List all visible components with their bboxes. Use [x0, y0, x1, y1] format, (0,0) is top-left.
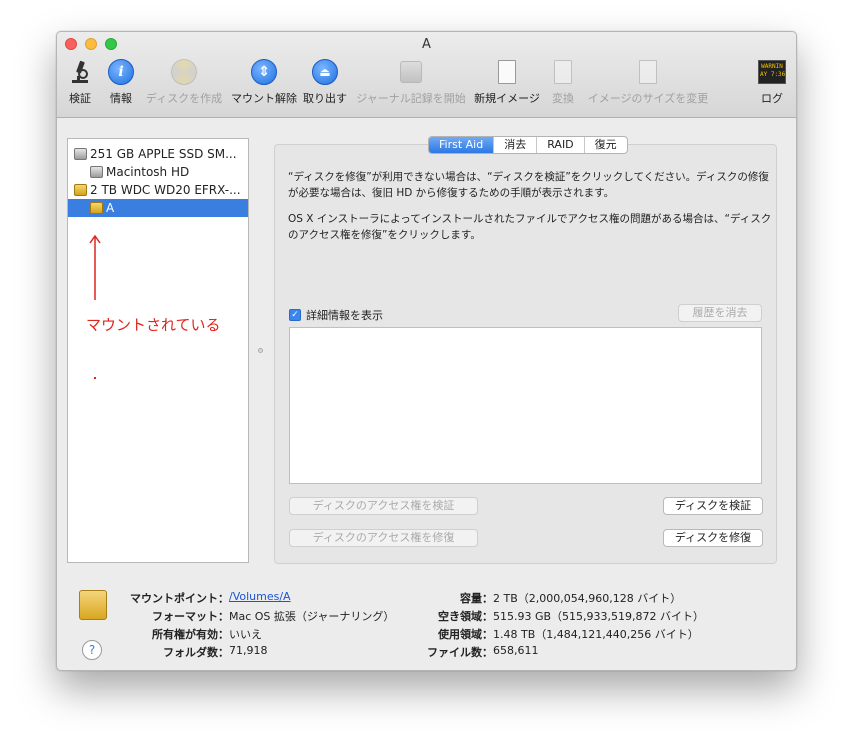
disk-item-macintosh-hd[interactable]: Macintosh HD [68, 163, 248, 181]
tab-restore[interactable]: 復元 [583, 137, 627, 153]
annotation-arrow [89, 234, 101, 300]
checkmark-icon: ✓ [289, 309, 301, 321]
toolbar-label: マウント解除 [231, 92, 297, 105]
external-volume-icon [90, 202, 103, 214]
info-key: フォルダ数： [163, 646, 229, 659]
info-format: フォーマット： Mac OS 拡張（ジャーナリング） [97, 608, 394, 624]
show-details-label: 詳細情報を表示 [306, 309, 383, 322]
disk-label: 251 GB APPLE SSD SM... [90, 147, 237, 161]
enable-journaling-icon [397, 58, 425, 86]
toolbar-label: ディスクを作成 [145, 92, 223, 105]
microscope-icon [66, 58, 94, 86]
disk-utility-window: A 検証 i 情報 ディスクを作成 ⇕ マウント解除 ⏏ 取り出す ジャーナル記… [56, 31, 797, 671]
info-key: 空き領域： [438, 610, 493, 623]
info-ownership: 所有権が有効： いいえ [97, 626, 262, 642]
unmount-icon: ⇕ [250, 58, 278, 86]
clear-history-button[interactable]: 履歴を消去 [678, 304, 762, 322]
disk-item-a[interactable]: A [68, 199, 248, 217]
toolbar-label: 新規イメージ [474, 92, 540, 105]
show-details-checkbox[interactable]: ✓ 詳細情報を表示 [289, 307, 383, 323]
tab-erase[interactable]: 消去 [493, 137, 536, 153]
disk-item-ssd[interactable]: 251 GB APPLE SSD SM... [68, 145, 248, 163]
first-aid-log[interactable] [289, 327, 762, 484]
info-icon: i [107, 58, 135, 86]
tab-first-aid[interactable]: First Aid [429, 137, 494, 153]
info-value: 2 TB（2,000,054,960,128 バイト） [493, 592, 682, 605]
toolbar-label: 検証 [69, 92, 91, 105]
info-folder-count: フォルダ数： 71,918 [97, 644, 268, 660]
window-title: A [422, 37, 431, 52]
toolbar-new-image-button[interactable]: 新規イメージ [473, 58, 541, 106]
info-available: 空き領域： 515.93 GB（515,933,519,872 バイト） [407, 608, 704, 624]
first-aid-description-2: OS X インストーラによってインストールされたファイルでアクセス権の問題がある… [288, 213, 772, 241]
log-icon: WARNIN AY 7:36 [758, 58, 786, 86]
verify-permissions-button[interactable]: ディスクのアクセス権を検証 [289, 497, 478, 515]
burn-disc-icon [170, 58, 198, 86]
info-key: フォーマット： [152, 610, 229, 623]
toolbar-journaling-button[interactable]: ジャーナル記録を開始 [355, 58, 467, 106]
info-value: Mac OS 拡張（ジャーナリング） [229, 610, 395, 623]
info-value: 658,611 [493, 644, 539, 657]
info-capacity: 容量： 2 TB（2,000,054,960,128 バイト） [407, 590, 681, 606]
annotation-dot [94, 377, 96, 379]
new-image-icon [493, 58, 521, 86]
toolbar: 検証 i 情報 ディスクを作成 ⇕ マウント解除 ⏏ 取り出す ジャーナル記録を… [57, 58, 796, 114]
info-value: 71,918 [229, 644, 268, 657]
resize-image-icon [634, 58, 662, 86]
disk-label: A [106, 201, 115, 215]
mount-point-link[interactable]: /Volumes/A [229, 590, 291, 606]
toolbar-eject-button[interactable]: ⏏ 取り出す [303, 58, 347, 106]
info-used: 使用領域： 1.48 TB（1,484,121,440,256 バイト） [407, 626, 699, 642]
internal-volume-icon [90, 166, 103, 178]
toolbar-log-button[interactable]: WARNIN AY 7:36 ログ [756, 58, 788, 106]
title-bar: A 検証 i 情報 ディスクを作成 ⇕ マウント解除 ⏏ 取り出す ジャーナル記… [57, 32, 796, 118]
info-value: 515.93 GB（515,933,519,872 バイト） [493, 610, 705, 623]
first-aid-description-1: “ディスクを修復”が利用できない場合は、“ディスクを検証”をクリックしてください… [288, 171, 769, 199]
verify-disk-button[interactable]: ディスクを検証 [663, 497, 763, 515]
toolbar-info-button[interactable]: i 情報 [106, 58, 136, 106]
disk-list[interactable]: 251 GB APPLE SSD SM... Macintosh HD 2 TB… [67, 138, 249, 563]
info-key: 使用領域： [438, 628, 493, 641]
tab-bar: First Aid 消去 RAID 復元 [428, 136, 628, 154]
info-value: いいえ [229, 628, 262, 641]
toolbar-label: イメージのサイズを変更 [587, 92, 709, 105]
log-icon-text: WARNIN AY 7:36 [758, 60, 786, 84]
toolbar-convert-button[interactable]: 変換 [549, 58, 577, 106]
toolbar-unmount-button[interactable]: ⇕ マウント解除 [230, 58, 298, 106]
toolbar-burn-button[interactable]: ディスクを作成 [144, 58, 224, 106]
toolbar-label: 変換 [552, 92, 574, 105]
repair-disk-button[interactable]: ディスクを修復 [663, 529, 763, 547]
annotation-text: マウントされている [86, 316, 221, 334]
toolbar-label: ログ [761, 92, 783, 105]
convert-icon [549, 58, 577, 86]
external-disk-icon [74, 184, 87, 196]
internal-disk-icon [74, 148, 87, 160]
toolbar-label: 取り出す [303, 92, 347, 105]
eject-icon: ⏏ [311, 58, 339, 86]
tab-raid[interactable]: RAID [536, 137, 583, 153]
toolbar-resize-button[interactable]: イメージのサイズを変更 [585, 58, 711, 106]
info-key: ファイル数： [427, 646, 493, 659]
toolbar-label: ジャーナル記録を開始 [356, 92, 466, 105]
disk-label: Macintosh HD [106, 165, 190, 179]
info-key: 所有権が有効： [152, 628, 229, 641]
info-value: 1.48 TB（1,484,121,440,256 バイト） [493, 628, 699, 641]
disk-label: 2 TB WDC WD20 EFRX-... [90, 183, 241, 197]
toolbar-verify-button[interactable]: 検証 [65, 58, 95, 106]
split-view-handle[interactable] [258, 348, 263, 353]
info-mount-point: マウントポイント： /Volumes/A [97, 590, 291, 606]
info-key: マウントポイント： [130, 592, 229, 605]
info-file-count: ファイル数： 658,611 [407, 644, 539, 660]
toolbar-label: 情報 [110, 92, 132, 105]
disk-item-wdc[interactable]: 2 TB WDC WD20 EFRX-... [68, 181, 248, 199]
info-key: 容量： [460, 592, 493, 605]
repair-permissions-button[interactable]: ディスクのアクセス権を修復 [289, 529, 478, 547]
